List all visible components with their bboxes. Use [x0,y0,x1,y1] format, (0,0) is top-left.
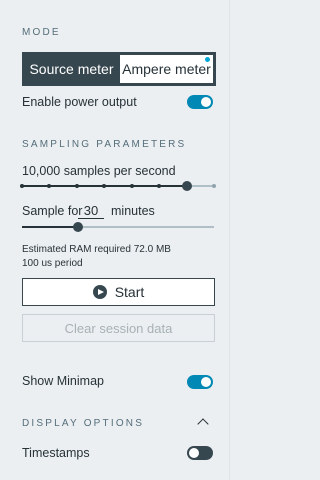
minimap-label: Show Minimap [22,374,104,388]
mode-switch: Source meter Ampere meter [22,52,216,86]
slider-step-tick [20,184,24,188]
sampling-section-title: SAMPLING PARAMETERS [22,139,187,150]
toggle-knob [201,377,211,387]
display-section-title: DISPLAY OPTIONS [22,418,145,429]
start-button[interactable]: Start [22,278,215,306]
slider-step-tick [157,184,162,188]
power-output-label: Enable power output [22,95,137,109]
period-text: 100 us period [22,258,83,269]
ram-estimate: Estimated RAM required 72.0 MB [22,244,171,255]
slider-step-tick [74,184,79,188]
slider-fill [22,226,78,228]
duration-input[interactable] [78,203,104,219]
play-icon [92,285,107,299]
sample-rate-slider[interactable] [20,180,216,192]
slider-thumb[interactable] [181,181,192,191]
slider-step-tick [102,184,107,188]
mode-section-title: MODE [22,27,61,38]
minimap-toggle[interactable] [187,375,213,389]
slider-step-tick [47,184,52,188]
chevron-up-icon[interactable] [197,418,209,430]
active-indicator-dot [205,57,210,62]
toggle-knob [201,97,211,107]
side-panel: MODE Source meter Ampere meter Enable po… [0,0,230,480]
slider-thumb[interactable] [72,222,83,232]
duration-unit: minutes [111,204,155,218]
mode-option-ampere-meter[interactable]: Ampere meter [120,55,213,83]
start-button-label: Start [114,284,145,300]
mode-option-source-meter[interactable]: Source meter [25,55,118,83]
timestamps-toggle[interactable] [187,446,213,460]
toggle-knob [189,448,199,458]
mode-option-ampere-meter-label: Ampere meter [122,61,211,77]
slider-step-tick [212,184,216,188]
duration-prefix: Sample for [22,204,83,218]
power-output-toggle[interactable] [187,95,213,109]
duration-slider[interactable] [22,221,214,233]
clear-session-button[interactable]: Clear session data [22,314,215,342]
timestamps-label: Timestamps [22,446,90,460]
slider-step-tick [129,184,134,188]
sample-rate-label: 10,000 samples per second [22,164,176,178]
